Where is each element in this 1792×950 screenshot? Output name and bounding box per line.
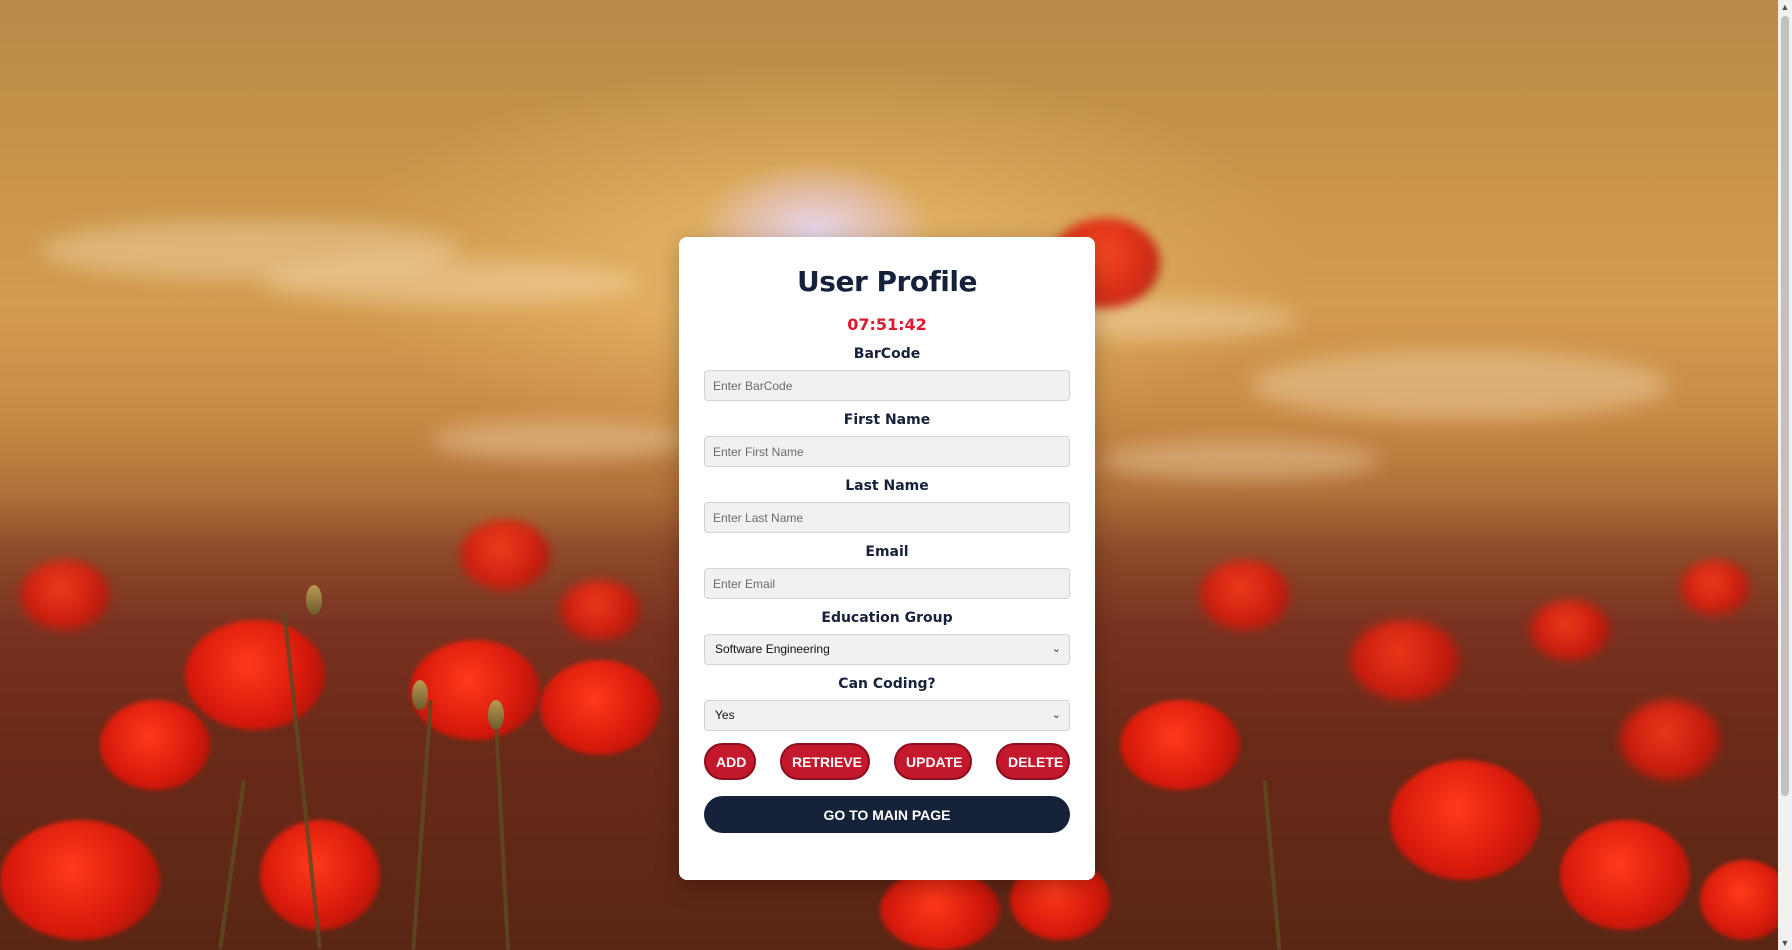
last-name-input[interactable]	[704, 502, 1070, 533]
education-group-field-group: Education Group Software Engineering ⌄	[704, 609, 1070, 665]
first-name-label: First Name	[843, 412, 931, 428]
action-button-row: ADD RETRIEVE UPDATE DELETE	[704, 743, 1070, 780]
barcode-field-group: BarCode	[704, 345, 1070, 401]
update-button[interactable]: UPDATE	[894, 743, 972, 780]
retrieve-button[interactable]: RETRIEVE	[780, 743, 870, 780]
chevron-down-icon: ⌄	[1051, 643, 1061, 655]
page-scrollbar[interactable]: ▲ ▼	[1778, 0, 1792, 950]
scroll-thumb[interactable]	[1781, 16, 1789, 796]
delete-button[interactable]: DELETE	[996, 743, 1070, 780]
first-name-field-group: First Name	[704, 411, 1070, 467]
page-title: User Profile	[797, 265, 977, 298]
can-coding-field-group: Can Coding? Yes ⌄	[704, 675, 1070, 731]
add-button[interactable]: ADD	[704, 743, 756, 780]
education-group-label: Education Group	[821, 610, 953, 626]
can-coding-selected-value: Yes	[715, 708, 735, 722]
barcode-input[interactable]	[704, 370, 1070, 401]
email-label: Email	[865, 544, 909, 560]
chevron-down-icon: ⌄	[1051, 709, 1061, 721]
first-name-input[interactable]	[704, 436, 1070, 467]
education-group-select[interactable]: Software Engineering ⌄	[704, 634, 1070, 665]
scroll-down-arrow-icon[interactable]: ▼	[1778, 936, 1792, 950]
last-name-label: Last Name	[845, 478, 929, 494]
user-profile-card: User Profile 07:51:42 BarCode First Name…	[679, 237, 1095, 880]
clock-display: 07:51:42	[847, 315, 927, 334]
education-group-selected-value: Software Engineering	[715, 642, 830, 656]
go-to-main-page-button[interactable]: GO TO MAIN PAGE	[704, 796, 1070, 833]
email-input[interactable]	[704, 568, 1070, 599]
scroll-up-arrow-icon[interactable]: ▲	[1778, 0, 1792, 14]
can-coding-select[interactable]: Yes ⌄	[704, 700, 1070, 731]
last-name-field-group: Last Name	[704, 477, 1070, 533]
barcode-label: BarCode	[853, 346, 921, 362]
can-coding-label: Can Coding?	[838, 676, 936, 692]
email-field-group: Email	[704, 543, 1070, 599]
